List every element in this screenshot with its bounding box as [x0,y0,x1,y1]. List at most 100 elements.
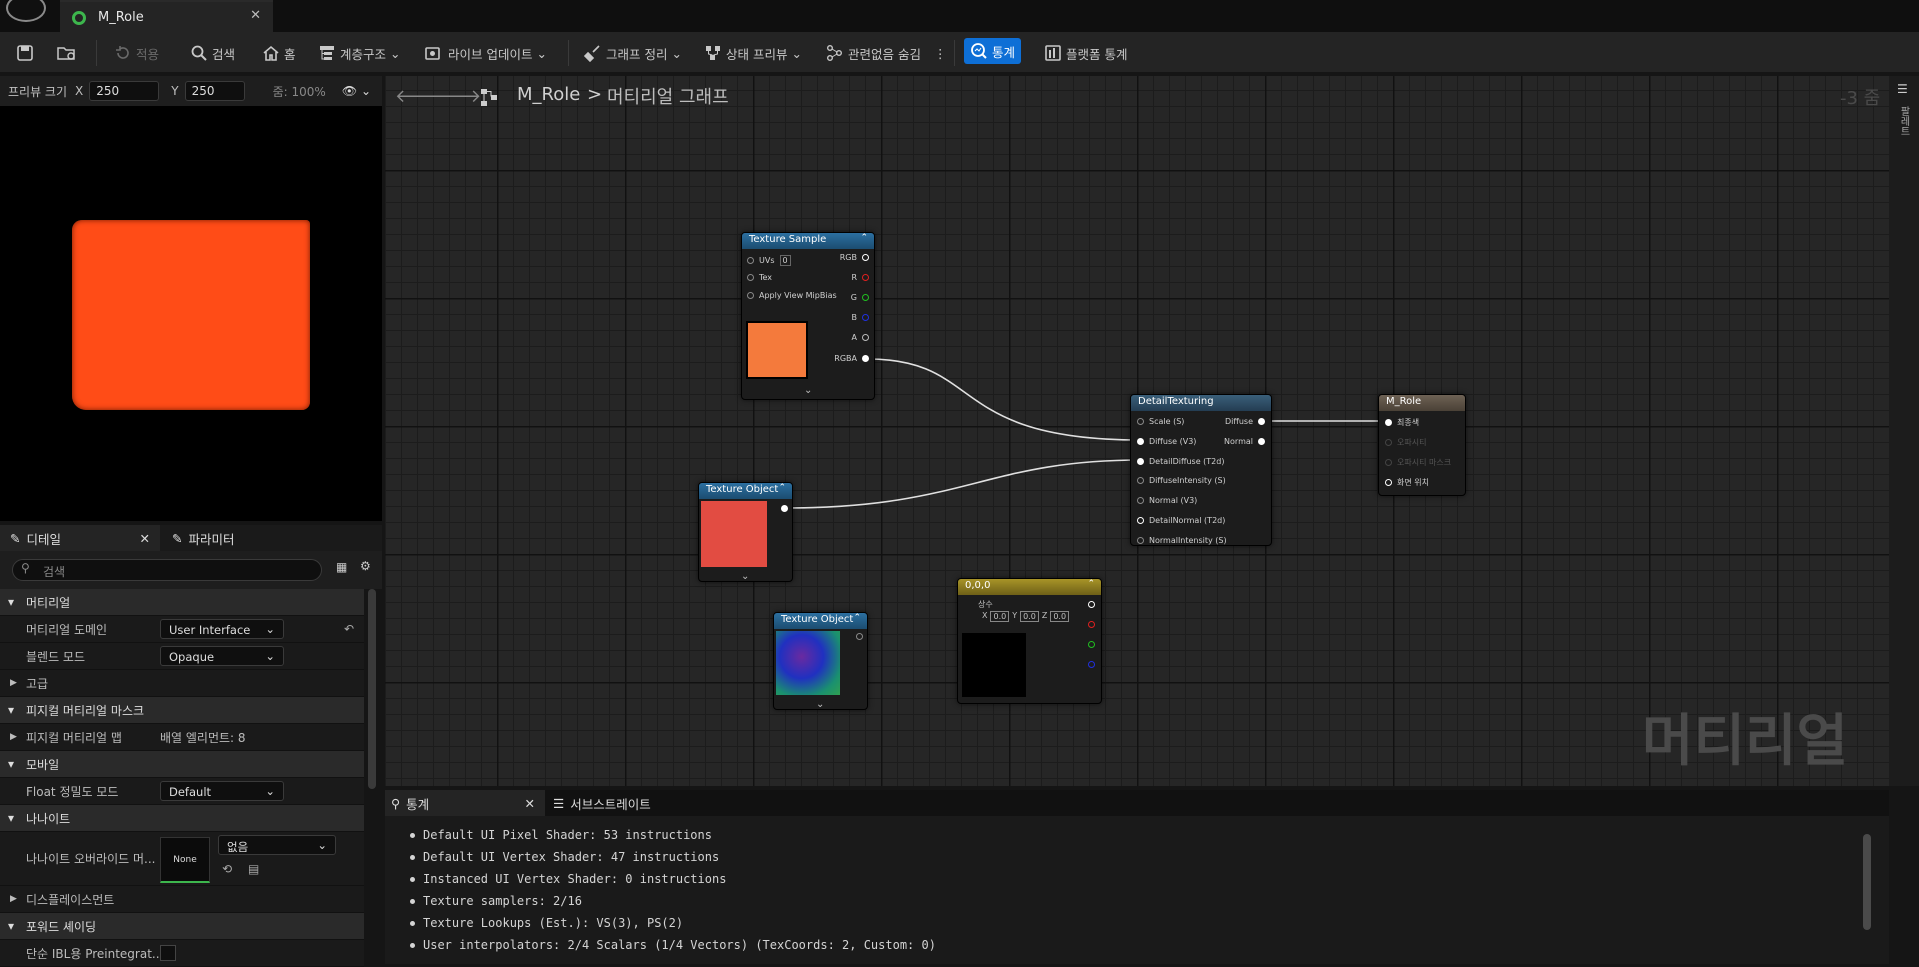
pin-out-blue[interactable] [1088,661,1095,668]
pin-output[interactable] [856,633,863,640]
pin-a[interactable]: A [852,333,869,342]
pin-out-diffuse[interactable]: Diffuse [1225,417,1265,426]
browse-icon[interactable]: ▤ [248,862,259,876]
tab-details[interactable]: ✎ 디테일 ✕ [0,525,160,551]
pin-mip[interactable]: Apply View MipBias [747,291,837,300]
preview-x-input[interactable]: 250 [89,81,160,101]
ibl-checkbox[interactable] [160,945,176,961]
stats-scrollbar[interactable] [1863,834,1871,930]
pin-rgba[interactable]: RGBA [834,354,869,363]
pin-out-normal[interactable]: Normal [1224,437,1265,446]
category-forward-shading[interactable]: ▾ 포워드 셰이딩 [0,913,364,940]
use-selected-icon[interactable]: ⟲ [222,862,232,876]
node-texture-object-1[interactable]: Texture Object ⌃ ⌄ [698,482,793,582]
close-tab-icon[interactable]: ✕ [250,8,261,23]
blend-mode-dropdown[interactable]: Opaque ⌄ [160,646,284,666]
expand-icon: ▾ [8,595,15,609]
collapse-icon[interactable]: ⌃ [1087,579,1095,589]
expand-node-icon[interactable]: ⌄ [741,571,749,582]
pin-out-red[interactable] [1088,621,1095,628]
collapse-icon[interactable]: ⌃ [853,613,861,623]
node-texture-sample[interactable]: Texture Sample ⌃ UVs 0 Tex Apply View MipB… [741,232,875,400]
pin-out-green[interactable] [1088,641,1095,648]
unreal-logo-icon[interactable] [6,0,46,22]
graph-cleanup-button[interactable]: 그래프 정리 ⌄ [584,42,682,64]
node-constant-vector[interactable]: 0,0,0 ⌃ 상수 X 0.0 Y 0.0 Z 0.0 [957,578,1102,704]
node-detail-texturing[interactable]: DetailTexturing Scale (S) Diffuse (V3) D… [1130,394,1272,546]
save-button[interactable] [16,42,34,64]
toolbar: 적용 검색 홈 계층구조 ⌄ 라이브 업데이트 ⌄ 그래프 정리 ⌄ 상태 프리뷰 ⌄ … [0,32,1919,72]
pin-diffuse[interactable]: Diffuse (V3) [1137,437,1196,446]
material-domain-dropdown[interactable]: User Interface ⌄ [160,619,284,639]
chevron-down-icon: ⌄ [265,649,275,663]
browse-button[interactable] [56,42,78,64]
pin-final-color[interactable]: 최종색 [1385,417,1419,428]
collapse-icon[interactable]: ⌃ [860,233,868,243]
palette-strip[interactable]: ☰ 팔레트 [1889,76,1919,786]
pin-tex[interactable]: Tex [747,273,772,282]
expand-icon: ▾ [8,703,15,717]
expand-node-icon[interactable]: ⌄ [804,385,812,396]
close-icon[interactable]: ✕ [525,796,535,811]
material-graph[interactable]: 🡐 🡒 M_Role > 머티리얼 그래프 -3 줌 머티리얼 Texture … [385,76,1889,786]
category-nanite[interactable]: ▾ 나나이트 [0,805,364,832]
category-physical-mask[interactable]: ▾ 피지컬 머티리얼 마스크 [0,697,364,724]
material-preview-viewport[interactable] [0,106,382,521]
pin-g[interactable]: G [851,293,869,302]
eye-icon[interactable]: 👁 [342,84,357,98]
tab-substrate[interactable]: ☰ 서브스트레이트 [553,790,651,816]
pin-diffuse-intensity[interactable]: DiffuseIntensity (S) [1137,476,1226,485]
grid-view-icon[interactable]: ▦ [336,560,347,574]
category-advanced[interactable]: ▶ 고급 [0,670,364,697]
pin-normal-intensity[interactable]: NormalIntensity (S) [1137,536,1227,545]
collapse-icon[interactable]: ⌃ [778,483,786,493]
expand-node-icon[interactable]: ⌄ [816,699,824,710]
category-mobile[interactable]: ▾ 모바일 [0,751,364,778]
preview-size-label: 프리뷰 크기 [8,84,68,99]
pin-rgb[interactable]: RGB [840,253,869,262]
pin-detail-diffuse[interactable]: DetailDiffuse (T2d) [1137,457,1224,466]
tab-parameters[interactable]: ✎ 파라미터 [172,525,235,551]
node-material-result[interactable]: M_Role 최종색 오파시티 오파시티 마스크 화면 위치 [1378,394,1466,496]
pin-screen-position[interactable]: 화면 위치 [1385,477,1429,488]
pin-scale[interactable]: Scale (S) [1137,417,1184,426]
preview-y-input[interactable]: 250 [184,81,245,101]
float-precision-dropdown[interactable]: Default ⌄ [160,781,284,801]
search-button[interactable]: 검색 [190,42,235,64]
hide-unrelated-button[interactable]: 관련없음 숨김 [826,42,921,64]
live-update-icon [425,47,440,60]
pin-output[interactable] [781,505,788,512]
chevron-down-icon[interactable]: ⌄ [361,84,371,98]
more-options-icon[interactable]: ⋮ [934,42,947,64]
category-material[interactable]: ▾ 머티리얼 [0,589,364,616]
nanite-thumbnail[interactable]: None [160,837,210,883]
pin-normal[interactable]: Normal (V3) [1137,496,1197,505]
reset-icon[interactable]: ↶ [344,622,354,636]
platform-stats-button[interactable]: 플랫폼 통계 [1044,42,1127,64]
home-button[interactable]: 홈 [262,42,296,64]
pin-uvs[interactable]: UVs 0 [747,255,791,266]
stats-button[interactable]: 통계 [964,38,1022,64]
state-preview-button[interactable]: 상태 프리뷰 ⌄ [704,42,802,64]
close-icon[interactable]: ✕ [140,531,150,546]
pin-out-white[interactable] [1088,601,1095,608]
live-update-button[interactable]: 라이브 업데이트 ⌄ [424,42,547,64]
asset-tab[interactable]: M_Role ✕ [60,0,273,32]
pin-b[interactable]: B [852,313,869,322]
pin-detail-normal[interactable]: DetailNormal (T2d) [1137,516,1225,525]
node-texture-object-2[interactable]: Texture Object ⌃ ⌄ [773,612,868,710]
search-icon [191,45,207,61]
search-label: 검색 [212,46,236,62]
pin-opacity-mask[interactable]: 오파시티 마스크 [1385,457,1451,468]
details-search-input[interactable]: ⚲ 검색 [12,559,322,581]
gear-icon[interactable]: ⚙ [360,559,371,573]
tab-stats[interactable]: ⚲ 통계 ✕ [385,790,545,816]
nanite-override-dropdown[interactable]: 없음 ⌄ [218,835,336,855]
category-displacement[interactable]: ▶ 디스플레이스먼트 [0,886,364,913]
pin-r[interactable]: R [851,273,869,282]
prop-physical-map[interactable]: ▶ 피지컬 머티리얼 맵 배열 엘리먼트: 8 [0,724,364,751]
apply-button[interactable]: 적용 [114,42,159,64]
details-scrollbar[interactable] [368,589,376,789]
pin-opacity[interactable]: 오파시티 [1385,437,1426,448]
hierarchy-button[interactable]: 계층구조 ⌄ [318,42,401,64]
